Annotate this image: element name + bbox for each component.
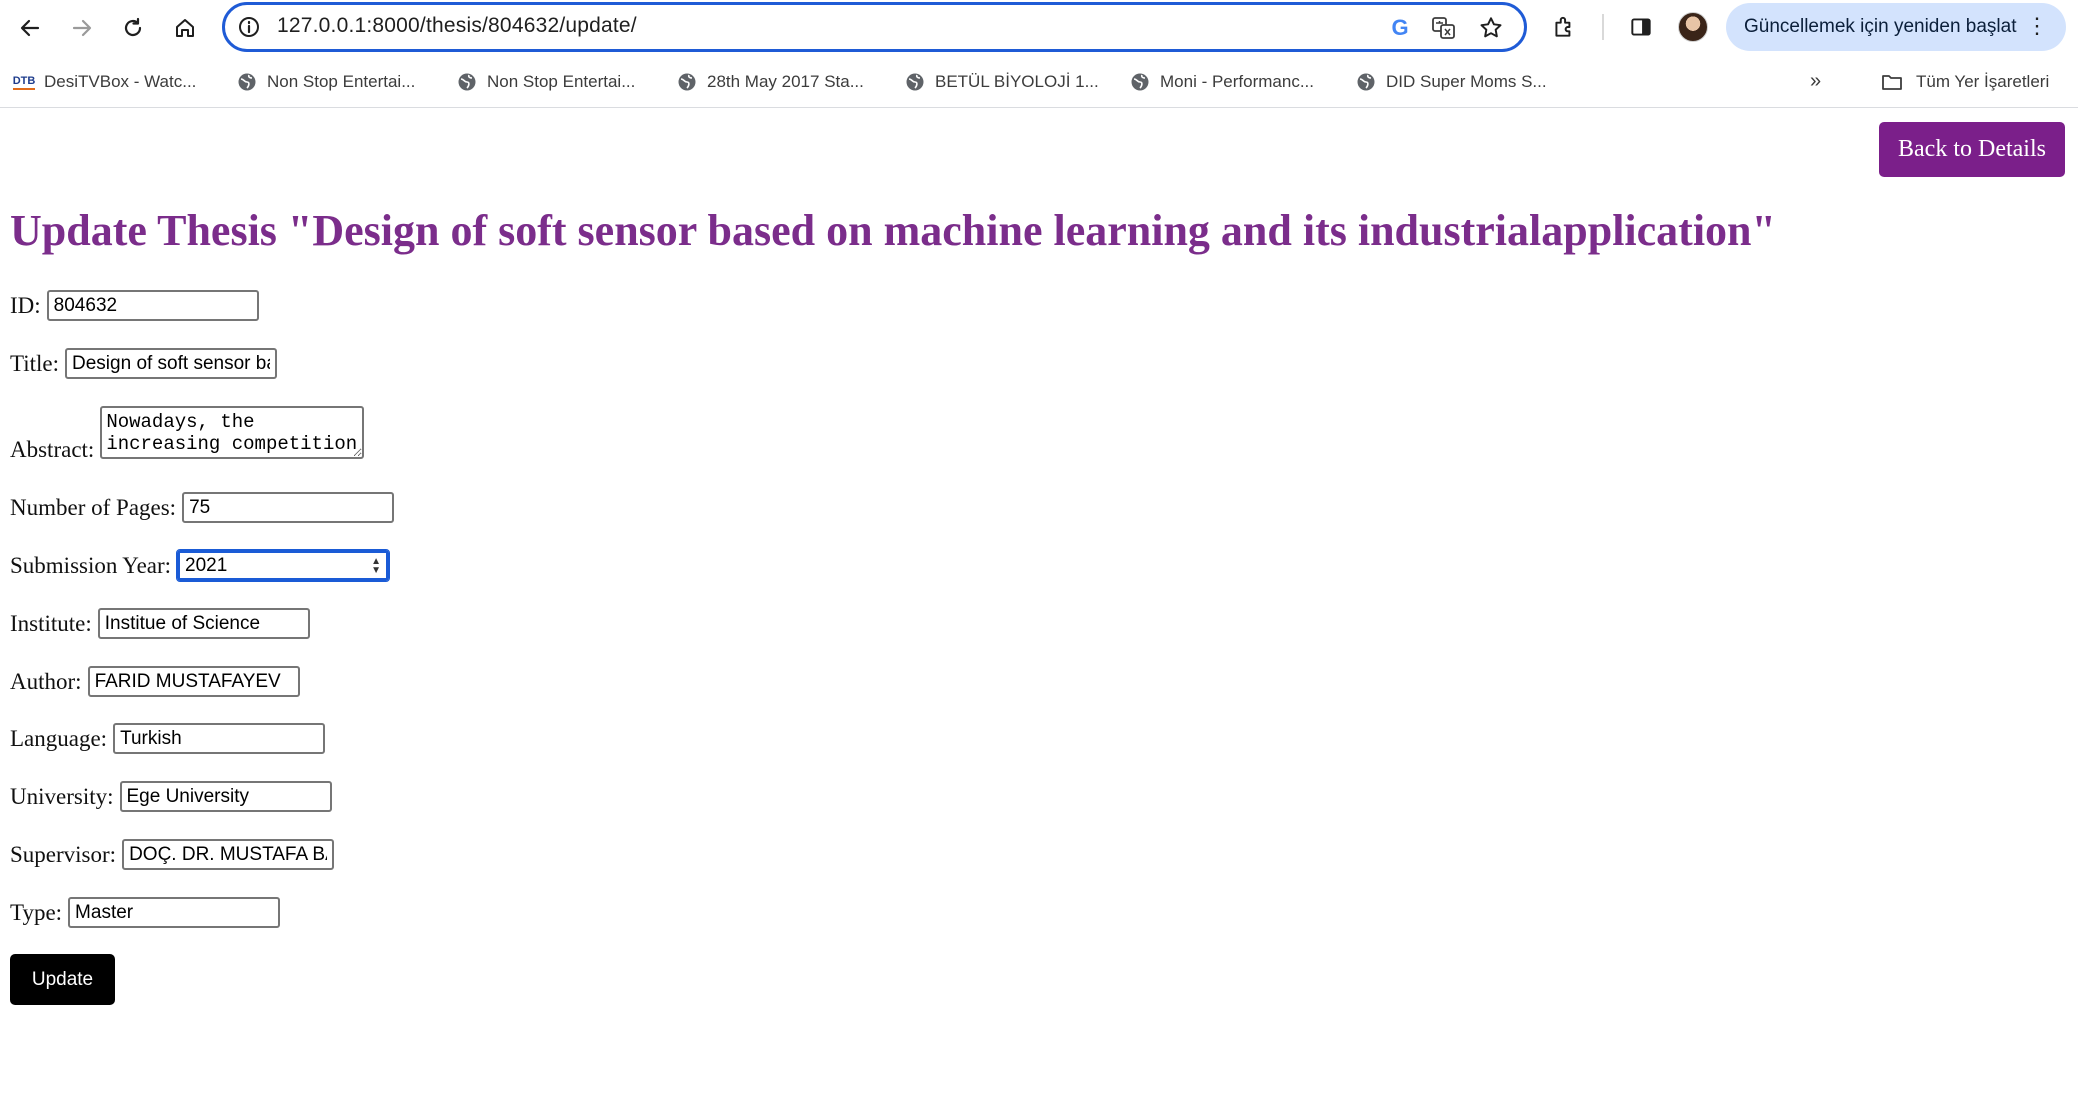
year-field-row: Submission Year: ▲▼ [10, 549, 391, 582]
abstract-field-row: Abstract: Nowadays, the increasing compe… [10, 406, 365, 462]
bookmark-item[interactable]: Moni - Performanc... [1130, 70, 1314, 94]
bookmark-item[interactable]: Non Stop Entertai... [237, 70, 415, 94]
page-title: Update Thesis "Design of soft sensor bas… [10, 206, 1776, 255]
bookmark-label: 28th May 2017 Sta... [707, 72, 864, 91]
bookmark-item[interactable]: DID Super Moms S... [1356, 70, 1547, 94]
globe-icon [905, 72, 925, 92]
translate-icon[interactable] [1431, 15, 1457, 41]
pages-input[interactable] [182, 492, 395, 523]
globe-icon [457, 72, 477, 92]
author-field-row: Author: [10, 666, 300, 697]
toolbar-divider [1602, 14, 1604, 40]
bookmark-label: BETÜL BİYOLOJİ 1... [935, 72, 1099, 91]
university-label: University: [10, 783, 114, 809]
type-label: Type: [10, 899, 63, 925]
profile-avatar[interactable] [1678, 12, 1708, 42]
supervisor-input[interactable] [122, 839, 335, 870]
all-bookmarks-label: Tüm Yer İşaretleri [1916, 72, 2050, 91]
reload-icon[interactable] [113, 8, 153, 48]
bookmark-item[interactable]: 28th May 2017 Sta... [677, 70, 864, 94]
dtb-favicon: DTB [12, 72, 36, 92]
bookmark-item[interactable]: Non Stop Entertai... [457, 70, 635, 94]
year-input[interactable] [176, 549, 391, 582]
bookmarks-bar: DTB DesiTVBox - Watc... Non Stop Enterta… [0, 56, 2078, 108]
language-input[interactable] [113, 723, 326, 754]
institute-input[interactable] [97, 608, 310, 639]
bookmark-label: Moni - Performanc... [1160, 72, 1314, 91]
abstract-textarea[interactable]: Nowadays, the increasing competition [100, 406, 365, 459]
address-bar[interactable]: 127.0.0.1:8000/thesis/804632/update/ G [222, 2, 1527, 52]
side-panel-icon[interactable] [1626, 12, 1656, 42]
id-input[interactable] [46, 290, 259, 321]
pages-label: Number of Pages: [10, 494, 177, 520]
bookmark-label: DID Super Moms S... [1386, 72, 1547, 91]
university-input[interactable] [119, 781, 332, 812]
bookmark-item[interactable]: BETÜL BİYOLOJİ 1... [905, 70, 1099, 94]
abstract-label: Abstract: [10, 437, 95, 462]
university-field-row: University: [10, 781, 332, 812]
google-icon[interactable]: G [1387, 15, 1413, 41]
all-bookmarks-button[interactable]: Tüm Yer İşaretleri [1880, 70, 2049, 94]
bookmark-item[interactable]: DTB DesiTVBox - Watc... [12, 70, 197, 94]
restart-to-update-button[interactable]: Güncellemek için yeniden başlat ⋮ [1726, 3, 2066, 51]
page-content: Back to Details Update Thesis "Design of… [0, 109, 2078, 1098]
bookmark-label: DesiTVBox - Watc... [44, 72, 197, 91]
year-label: Submission Year: [10, 552, 172, 578]
globe-icon [677, 72, 697, 92]
pages-field-row: Number of Pages: [10, 492, 395, 523]
language-field-row: Language: [10, 723, 326, 754]
url-text[interactable]: 127.0.0.1:8000/thesis/804632/update/ [277, 14, 637, 38]
supervisor-field-row: Supervisor: [10, 839, 335, 870]
language-label: Language: [10, 725, 108, 751]
globe-icon [1130, 72, 1150, 92]
site-info-icon[interactable] [237, 15, 261, 39]
bookmark-label: Non Stop Entertai... [487, 72, 636, 91]
author-input[interactable] [87, 666, 300, 697]
spinner-arrows-icon[interactable]: ▲ ▼ [371, 557, 381, 576]
back-arrow-icon[interactable] [10, 8, 50, 48]
chevron-more-icon[interactable]: » [1810, 70, 1821, 93]
browser-toolbar: 127.0.0.1:8000/thesis/804632/update/ G G… [0, 0, 2078, 56]
folder-icon [1882, 75, 1902, 90]
restart-label: Güncellemek için yeniden başlat [1744, 16, 2017, 37]
globe-icon [1356, 72, 1376, 92]
star-bookmark-icon[interactable] [1478, 15, 1504, 41]
update-button[interactable]: Update [10, 954, 115, 1005]
id-field-row: ID: [10, 290, 259, 321]
type-input[interactable] [68, 897, 281, 928]
institute-field-row: Institute: [10, 608, 310, 639]
author-label: Author: [10, 668, 82, 694]
supervisor-label: Supervisor: [10, 841, 117, 867]
bookmark-label: Non Stop Entertai... [267, 72, 416, 91]
forward-arrow-icon[interactable] [62, 8, 102, 48]
kebab-menu-icon[interactable]: ⋮ [2026, 15, 2048, 37]
title-field-row: Title: [10, 348, 278, 379]
title-input[interactable] [65, 348, 278, 379]
institute-label: Institute: [10, 610, 92, 636]
globe-icon [237, 72, 257, 92]
extensions-icon[interactable] [1549, 12, 1579, 42]
home-icon[interactable] [165, 8, 205, 48]
title-label: Title: [10, 350, 60, 376]
id-label: ID: [10, 292, 41, 318]
back-to-details-button[interactable]: Back to Details [1879, 122, 2065, 177]
type-field-row: Type: [10, 897, 281, 928]
